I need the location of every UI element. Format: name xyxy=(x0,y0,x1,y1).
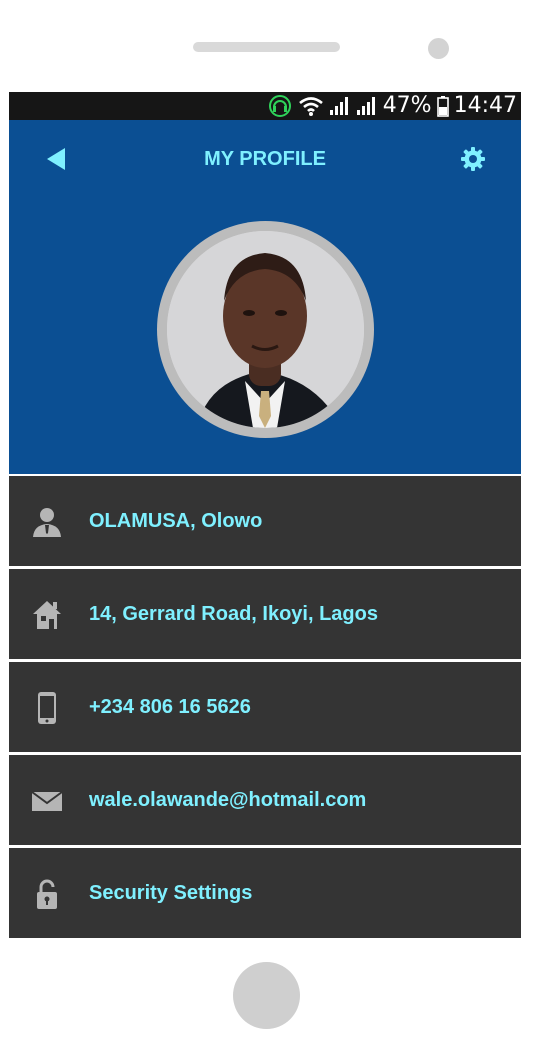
list-item-phone[interactable]: +234 806 16 5626 xyxy=(9,662,521,752)
status-icons: 47% 14:47 xyxy=(267,92,517,120)
email-value: wale.olawande@hotmail.com xyxy=(89,789,367,811)
envelope-icon xyxy=(31,791,63,811)
person-icon xyxy=(33,508,61,537)
app-screen: 47% 14:47 MY PROFILE OLAMUSA, Olowo 14, … xyxy=(9,92,521,938)
phone-value: +234 806 16 5626 xyxy=(89,696,251,718)
gear-icon[interactable] xyxy=(460,146,486,172)
wifi-icon xyxy=(298,97,323,116)
profile-avatar[interactable] xyxy=(167,231,364,428)
list-item-email[interactable]: wale.olawande@hotmail.com xyxy=(9,755,521,845)
profile-header: MY PROFILE xyxy=(9,120,521,474)
avatar-photo xyxy=(167,231,364,428)
signal-icon xyxy=(329,97,348,115)
clock: 14:47 xyxy=(453,93,517,118)
battery-percent: 47% xyxy=(382,93,432,118)
avatar-frame xyxy=(157,221,374,438)
signal-icon-2 xyxy=(356,97,375,115)
house-icon xyxy=(33,601,61,629)
home-button[interactable] xyxy=(233,962,300,1029)
mobile-phone-icon xyxy=(38,692,56,724)
list-item-security[interactable]: Security Settings xyxy=(9,848,521,938)
list-item-address[interactable]: 14, Gerrard Road, Ikoyi, Lagos xyxy=(9,569,521,659)
phone-speaker xyxy=(193,42,340,52)
status-bar: 47% 14:47 xyxy=(9,92,521,120)
headset-icon xyxy=(268,95,291,117)
padlock-icon xyxy=(37,879,57,909)
phone-camera xyxy=(428,38,449,59)
page-title: MY PROFILE xyxy=(204,148,326,170)
battery-icon xyxy=(436,96,449,117)
address-value: 14, Gerrard Road, Ikoyi, Lagos xyxy=(89,603,378,625)
security-settings-label: Security Settings xyxy=(89,882,253,904)
list-item-name[interactable]: OLAMUSA, Olowo xyxy=(9,476,521,566)
name-value: OLAMUSA, Olowo xyxy=(89,510,263,532)
